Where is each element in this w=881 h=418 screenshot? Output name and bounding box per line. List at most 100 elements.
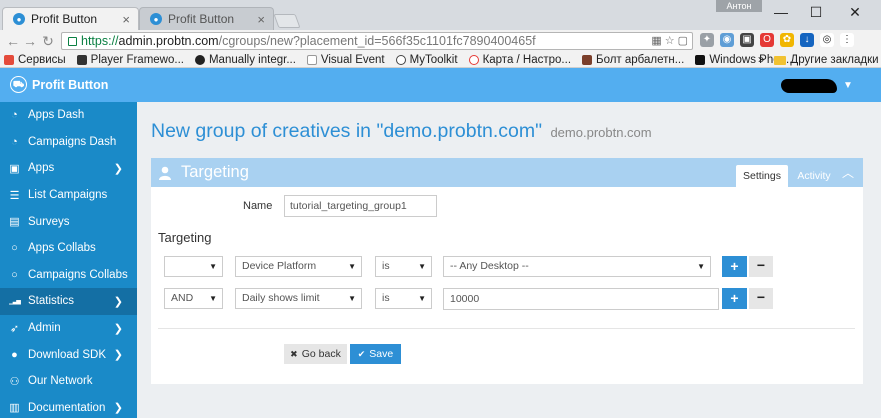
remove-condition-button[interactable]: − [749, 256, 773, 277]
field-select[interactable]: Device Platform ▼ [235, 256, 362, 277]
page-action-icon[interactable]: ▢ [678, 34, 688, 47]
field-select-value: Device Platform [242, 260, 317, 272]
puzzle-extension-icon[interactable]: ✦ [700, 33, 714, 47]
camera-extension-icon[interactable]: ◉ [720, 33, 734, 47]
sidebar-item-admin[interactable]: ➶ Admin ❯ [0, 315, 137, 342]
bookmark-label: Болт арбалетн... [596, 53, 685, 66]
new-tab-button[interactable] [273, 14, 301, 28]
remove-condition-button[interactable]: − [749, 288, 773, 309]
reload-icon[interactable]: ↻ [40, 32, 56, 50]
sidebar-item-apps-collabs[interactable]: ○ Apps Collabs [0, 235, 137, 262]
sidebar-item-label: Statistics [28, 295, 75, 308]
chevron-up-icon[interactable]: ︿ [842, 164, 854, 181]
value-input[interactable]: 10000 [443, 288, 719, 310]
bookmark-favicon-icon [695, 54, 706, 65]
translate-icon[interactable]: ▦ [651, 34, 661, 47]
bookmarks-overflow[interactable]: » Другие закладки [758, 52, 879, 68]
bookmark-label: Player Framewo... [90, 53, 184, 66]
signal-icon: ▁▃▅ [9, 298, 21, 305]
forward-arrow-icon[interactable]: → [22, 32, 38, 50]
add-condition-button[interactable]: + [722, 288, 747, 309]
panel-title: Targeting [159, 163, 249, 182]
sidebar: ◔ Apps Dash ◔ Campaigns Dash ▣ Apps ❯ ☰ List Cam… [0, 102, 137, 418]
bookmark-label: Visual Event [320, 53, 385, 66]
sidebar-item-label: Campaigns Collabs [28, 268, 128, 281]
menu-icon[interactable]: ⋮ [840, 33, 854, 47]
browser-user-badge[interactable]: Антон [716, 0, 762, 12]
logic-select[interactable]: ▼ [164, 256, 223, 277]
bookmark-star-icon[interactable]: ☆ [665, 34, 675, 47]
download-extension-icon[interactable]: ↓ [800, 33, 814, 47]
flower-extension-icon[interactable]: ✿ [780, 33, 794, 47]
tab-settings[interactable]: Settings [736, 165, 788, 187]
sidebar-item-list-campaigns[interactable]: ☰ List Campaigns [0, 182, 137, 209]
chevron-right-icon: ❯ [113, 322, 123, 335]
close-window-button[interactable]: ✕ [842, 2, 868, 22]
sidebar-item-download-sdk[interactable]: ● Download SDK ❯ [0, 341, 137, 368]
opera-extension-icon[interactable]: O [760, 33, 774, 47]
panel-header: Targeting Settings Activity ︿ [151, 158, 863, 187]
sidebar-item-campaigns-dash[interactable]: ◔ Campaigns Dash [0, 129, 137, 156]
overflow-chevron-icon: » [758, 54, 765, 66]
name-input[interactable]: tutorial_targeting_group1 [284, 195, 437, 217]
field-select-value: Daily shows limit [242, 292, 320, 304]
sidebar-item-apps-dash[interactable]: ◔ Apps Dash [0, 102, 137, 129]
caret-down-icon[interactable]: ▼ [843, 80, 853, 91]
back-arrow-icon[interactable]: ← [5, 32, 21, 50]
tab-activity[interactable]: Activity [790, 165, 838, 187]
extension-icons: ✦ ◉ ▣ O ✿ ↓ ◎ ⋮ [700, 33, 854, 47]
sidebar-item-label: Apps [28, 162, 55, 175]
bookmark-item[interactable]: Болт арбалетн... [582, 54, 684, 66]
app-logo[interactable]: ⛟ Profit Button [10, 76, 108, 93]
add-condition-button[interactable]: + [722, 256, 747, 277]
browser-tab-active[interactable]: ● Profit Button × [2, 7, 139, 30]
maximize-button[interactable]: ☐ [803, 2, 829, 22]
sidebar-item-our-network[interactable]: ⚇ Our Network [0, 368, 137, 395]
value-select[interactable]: -- Any Desktop -- ▼ [443, 256, 711, 277]
chevron-right-icon: ❯ [113, 402, 123, 415]
eye-extension-icon[interactable]: ◎ [820, 33, 834, 47]
other-bookmarks-label: Другие закладки [790, 54, 879, 66]
operator-select[interactable]: is ▼ [375, 288, 432, 309]
bookmark-item[interactable]: Player Framewo... [76, 53, 184, 66]
url-path: /cgroups/new?placement_id=566f35c1101fc7… [218, 34, 536, 48]
film-extension-icon[interactable]: ▣ [740, 33, 754, 47]
field-select[interactable]: Daily shows limit ▼ [235, 288, 362, 309]
sidebar-item-label: Our Network [28, 375, 93, 388]
sidebar-item-statistics[interactable]: ▁▃▅ Statistics ❯ [0, 288, 137, 315]
app-header: ⛟ Profit Button [0, 68, 881, 102]
minimize-button[interactable]: — [768, 2, 794, 22]
address-url: https://admin.probtn.com/cgroups/new?pla… [81, 34, 536, 48]
bookmark-item[interactable]: Карта / Настро... [468, 54, 571, 66]
browser-toolbar: ← → ↻ https://admin.probtn.com/cgroups/n… [0, 30, 881, 52]
check-icon: ✔ [357, 348, 366, 359]
operator-select[interactable]: is ▼ [375, 256, 432, 277]
browser-tab-inactive[interactable]: ● Profit Button × [139, 7, 274, 30]
caret-down-icon: ▼ [348, 262, 356, 271]
sidebar-item-apps[interactable]: ▣ Apps ❯ [0, 155, 137, 182]
redacted-username[interactable] [781, 79, 837, 93]
profit-button-favicon-icon: ● [13, 13, 25, 25]
address-bar[interactable]: https://admin.probtn.com/cgroups/new?pla… [61, 32, 693, 50]
sidebar-item-surveys[interactable]: ▤ Surveys [0, 208, 137, 235]
apps-grid-icon [4, 54, 14, 65]
go-back-button[interactable]: ✖ Go back [284, 344, 347, 364]
sidebar-item-documentation[interactable]: ▥ Documentation ❯ [0, 395, 137, 418]
tab-close-icon[interactable]: × [122, 12, 130, 27]
logic-select[interactable]: AND ▼ [164, 288, 223, 309]
page-title-text: New group of creatives in "demo.probtn.c… [151, 120, 543, 142]
form-divider [158, 328, 855, 329]
sidebar-item-campaigns-collabs[interactable]: ○ Campaigns Collabs [0, 262, 137, 289]
bookmark-item[interactable]: Manually integr... [194, 54, 296, 66]
tab-close-icon[interactable]: × [257, 12, 265, 27]
bookmark-item[interactable]: Visual Event [306, 53, 385, 66]
bookmark-item[interactable]: MyToolkit [395, 54, 458, 66]
chart-icon: ▤ [9, 216, 20, 229]
bookmark-item[interactable]: Сервисы [4, 54, 66, 66]
users-icon: ⚇ [9, 375, 20, 388]
bookmarks-bar: Сервисы Player Framewo... Manually integ… [0, 52, 881, 68]
sidebar-item-label: Campaigns Dash [28, 135, 117, 148]
save-button[interactable]: ✔ Save [350, 344, 401, 364]
name-label: Name [243, 200, 273, 212]
caret-down-icon: ▼ [209, 262, 217, 271]
